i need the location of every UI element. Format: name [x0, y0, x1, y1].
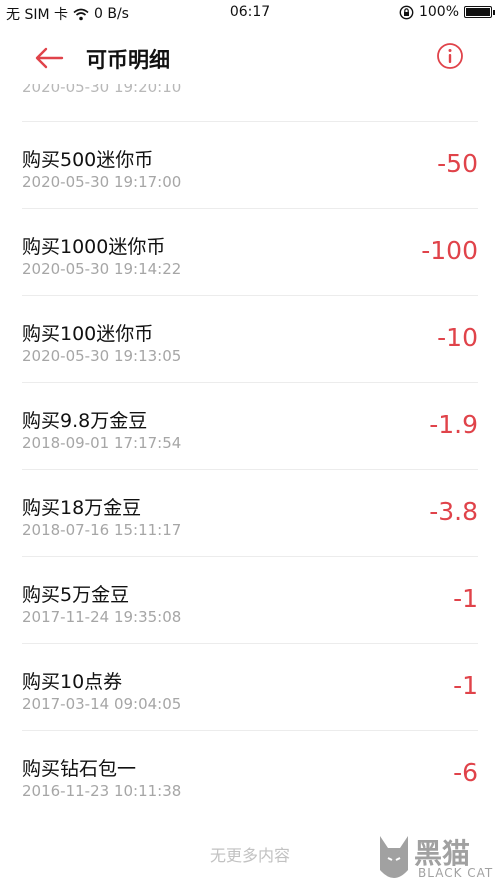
app-header: 可币明细: [0, 26, 500, 90]
page-title: 可币明细: [86, 48, 170, 72]
list-item[interactable]: 购买10点券 2017-03-14 09:04:05 -1: [0, 643, 500, 729]
item-time: 2020-05-30 19:14:22: [22, 260, 182, 278]
battery-icon: [464, 6, 495, 18]
item-time: 2020-05-30 19:17:00: [22, 173, 182, 191]
info-button[interactable]: [436, 42, 464, 70]
battery-fill: [466, 8, 490, 16]
item-name: 购买500迷你币: [22, 149, 154, 171]
battery-percent: 100%: [418, 4, 459, 20]
item-time: 2016-11-23 10:11:38: [22, 782, 182, 800]
item-amount: -1.9: [429, 410, 478, 439]
item-name: 购买18万金豆: [22, 497, 142, 519]
list-item[interactable]: 购买18万金豆 2018-07-16 15:11:17 -3.8: [0, 469, 500, 555]
back-arrow-icon: [35, 47, 64, 69]
item-amount: -3.8: [429, 497, 478, 526]
item-name: 购买10点券: [22, 671, 123, 693]
list-item[interactable]: 购买9.8万金豆 2018-09-01 17:17:54 -1.9: [0, 382, 500, 468]
item-amount: -1: [453, 584, 478, 613]
item-amount: -6: [453, 758, 478, 787]
item-amount: -100: [421, 236, 478, 265]
item-time: 2018-07-16 15:11:17: [22, 521, 182, 539]
item-amount: -1: [453, 671, 478, 700]
list-item[interactable]: 购买100迷你币 2020-05-30 19:13:05 -10: [0, 295, 500, 381]
list-item[interactable]: 购买5万金豆 2017-11-24 19:35:08 -1: [0, 556, 500, 642]
back-button[interactable]: [32, 44, 66, 72]
item-time: 2017-11-24 19:35:08: [22, 608, 182, 626]
list-item[interactable]: 购买500迷你币 2020-05-30 19:17:00 -50: [0, 121, 500, 207]
cat-logo-icon: [380, 836, 408, 878]
rotation-lock-icon: [399, 5, 414, 19]
status-bar: 无 SIM 卡 0 B/s 06:17 100%: [0, 0, 500, 26]
item-time: 2018-09-01 17:17:54: [22, 434, 182, 452]
item-name: 购买9.8万金豆: [22, 410, 148, 432]
list-item[interactable]: 购买钻石包一 2016-11-23 10:11:38 -6: [0, 730, 500, 816]
item-name: 购买1000迷你币: [22, 236, 166, 258]
item-amount: -50: [437, 149, 478, 178]
list-item[interactable]: 购买1000迷你币 2020-05-30 19:14:22 -100: [0, 208, 500, 294]
item-amount: -10: [437, 323, 478, 352]
status-right: 100%: [399, 4, 495, 20]
watermark-logo: 黑猫 BLACK CAT: [372, 830, 500, 888]
item-time: 2020-05-30 19:13:05: [22, 347, 182, 365]
item-time: 2017-03-14 09:04:05: [22, 695, 182, 713]
partial-list-item-time: 2020-05-30 19:20:10: [22, 84, 182, 96]
watermark-subtext: BLACK CAT: [418, 866, 494, 880]
item-name: 购买100迷你币: [22, 323, 154, 345]
item-name: 购买钻石包一: [22, 758, 137, 780]
info-icon: [437, 43, 463, 69]
item-name: 购买5万金豆: [22, 584, 130, 606]
